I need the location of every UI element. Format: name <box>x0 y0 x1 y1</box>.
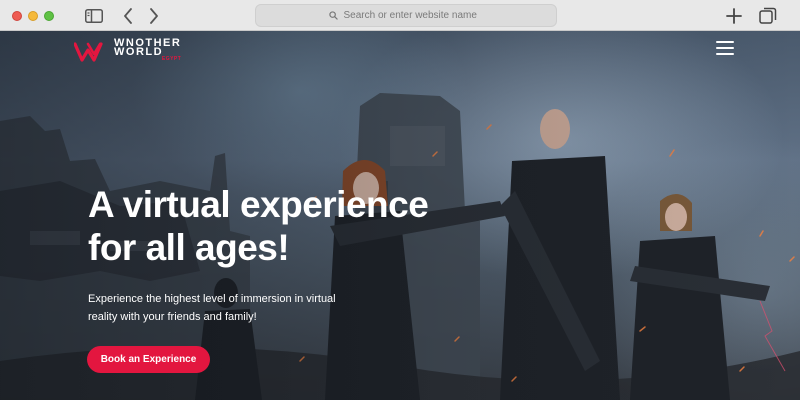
hero-headline: A virtual experience for all ages! <box>88 183 448 269</box>
plus-icon <box>726 8 742 24</box>
search-icon <box>328 11 338 20</box>
site-logo[interactable]: WNOTHER WORLD EGYPT <box>74 38 182 64</box>
show-tabs-button[interactable] <box>758 5 778 27</box>
hero-section: WNOTHER WORLD EGYPT A virtual experience… <box>0 31 800 400</box>
sidebar-toggle-button[interactable] <box>84 5 104 27</box>
sidebar-icon <box>85 9 103 23</box>
browser-toolbar <box>0 0 800 31</box>
logo-wordmark: WNOTHER WORLD EGYPT <box>114 38 182 64</box>
close-window-button[interactable] <box>12 11 22 21</box>
back-button[interactable] <box>120 5 136 27</box>
hero-subtext: Experience the highest level of immersio… <box>88 293 336 323</box>
logo-mark-icon <box>74 41 103 62</box>
book-experience-button[interactable]: Book an Experience <box>87 346 210 373</box>
hamburger-menu-icon[interactable] <box>716 41 734 55</box>
hero-headline-line2: for all ages! <box>88 227 290 268</box>
menu-bar-top <box>716 41 734 43</box>
chevron-left-icon <box>124 8 132 24</box>
menu-bar-bottom <box>716 53 734 55</box>
minimize-window-button[interactable] <box>28 11 38 21</box>
maximize-window-button[interactable] <box>44 11 54 21</box>
forward-button[interactable] <box>146 5 162 27</box>
chevron-right-icon <box>150 8 158 24</box>
menu-bar-middle <box>716 47 734 49</box>
logo-subtitle: EGYPT <box>161 56 182 62</box>
hero-headline-line1: A virtual experience <box>88 184 429 225</box>
address-bar[interactable] <box>255 4 557 27</box>
url-input[interactable] <box>343 10 484 21</box>
new-tab-button[interactable] <box>724 5 744 27</box>
tabs-icon <box>759 7 777 24</box>
